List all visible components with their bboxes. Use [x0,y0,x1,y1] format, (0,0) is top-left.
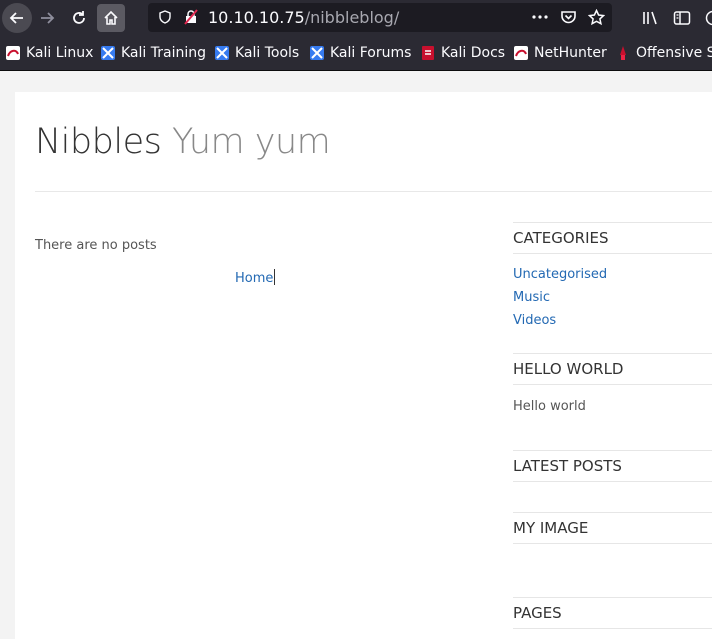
latest-posts-title: LATEST POSTS [513,457,622,475]
site-title[interactable]: Nibbles Yum yum [35,122,331,162]
widget-divider [513,628,712,629]
widget-divider [513,353,712,354]
kali-forums-icon [310,46,324,60]
library-icon[interactable] [642,10,660,26]
blog-page: Nibbles Yum yum There are no posts Home … [15,92,712,639]
bookmark-label: Kali Linux [26,45,94,61]
widget-divider [513,450,712,451]
category-videos[interactable]: Videos [513,313,556,328]
bookmark-label: Kali Forums [330,45,412,61]
pages-title: PAGES [513,604,562,622]
back-icon [9,12,23,24]
bookmarks-toolbar: Kali Linux Kali Training Kali Tools Kali… [0,36,712,71]
bookmark-label: Kali Tools [235,45,300,61]
site-slogan: Yum yum [171,122,331,162]
forward-icon [41,12,55,24]
widget-divider [513,543,712,544]
url-host: 10.10.10.75 [208,8,305,27]
bookmark-label: Kali Docs [441,45,506,61]
nethunter-icon [514,46,528,60]
home-icon [104,10,118,25]
bookmark-kali-linux[interactable]: Kali Linux [6,44,93,62]
bookmark-label: NetHunter [534,45,607,61]
insecure-lock-icon[interactable] [183,9,199,25]
widget-divider [513,481,712,482]
sidebar: CATEGORIES Uncategorised Music Videos HE… [513,92,712,639]
bookmark-kali-training[interactable]: Kali Training [101,44,206,62]
categories-title: CATEGORIES [513,229,609,247]
back-button[interactable] [2,3,32,33]
bookmark-kali-docs[interactable]: Kali Docs [421,44,505,62]
bookmark-star-icon[interactable] [588,9,605,26]
bookmark-kali-forums[interactable]: Kali Forums [310,44,411,62]
kali-training-icon [101,46,115,60]
widget-divider [513,253,712,254]
bookmark-label: Offensive Se [636,45,712,61]
category-uncategorised[interactable]: Uncategorised [513,267,607,282]
my-image-title: MY IMAGE [513,519,589,537]
no-posts-message: There are no posts [35,238,157,253]
sidebar-icon[interactable] [673,10,691,26]
site-name: Nibbles [35,122,162,162]
more-icon[interactable] [531,10,549,24]
url-text[interactable]: 10.10.10.75/nibbleblog/ [208,8,399,27]
bookmark-kali-tools[interactable]: Kali Tools [215,44,299,62]
hello-world-text: Hello world [513,399,586,414]
widget-divider [513,222,712,223]
home-link[interactable]: Home [235,271,273,286]
widget-divider [513,384,712,385]
url-path: /nibbleblog/ [304,8,400,27]
kali-tools-icon [215,46,229,60]
kali-docs-icon [421,46,435,60]
shield-icon[interactable] [157,9,173,25]
bookmark-label: Kali Training [121,45,206,61]
forward-button[interactable] [33,4,61,32]
offsec-icon [616,46,630,60]
kali-icon [6,46,20,60]
pocket-icon[interactable] [560,9,577,25]
text-cursor [274,269,276,285]
account-icon[interactable] [704,10,712,26]
widget-divider [513,512,712,513]
home-button[interactable] [97,4,125,32]
reload-icon [73,11,85,24]
browser-toolbar: 10.10.10.75/nibbleblog/ [0,0,712,36]
bookmark-nethunter[interactable]: NetHunter [514,44,607,62]
reload-button[interactable] [65,4,93,32]
bookmark-offensive-security[interactable]: Offensive Se [616,44,712,62]
home-link-row: Home [235,269,276,286]
category-music[interactable]: Music [513,290,550,305]
widget-divider [513,597,712,598]
url-bar[interactable]: 10.10.10.75/nibbleblog/ [148,3,612,32]
hello-world-title: HELLO WORLD [513,360,624,378]
